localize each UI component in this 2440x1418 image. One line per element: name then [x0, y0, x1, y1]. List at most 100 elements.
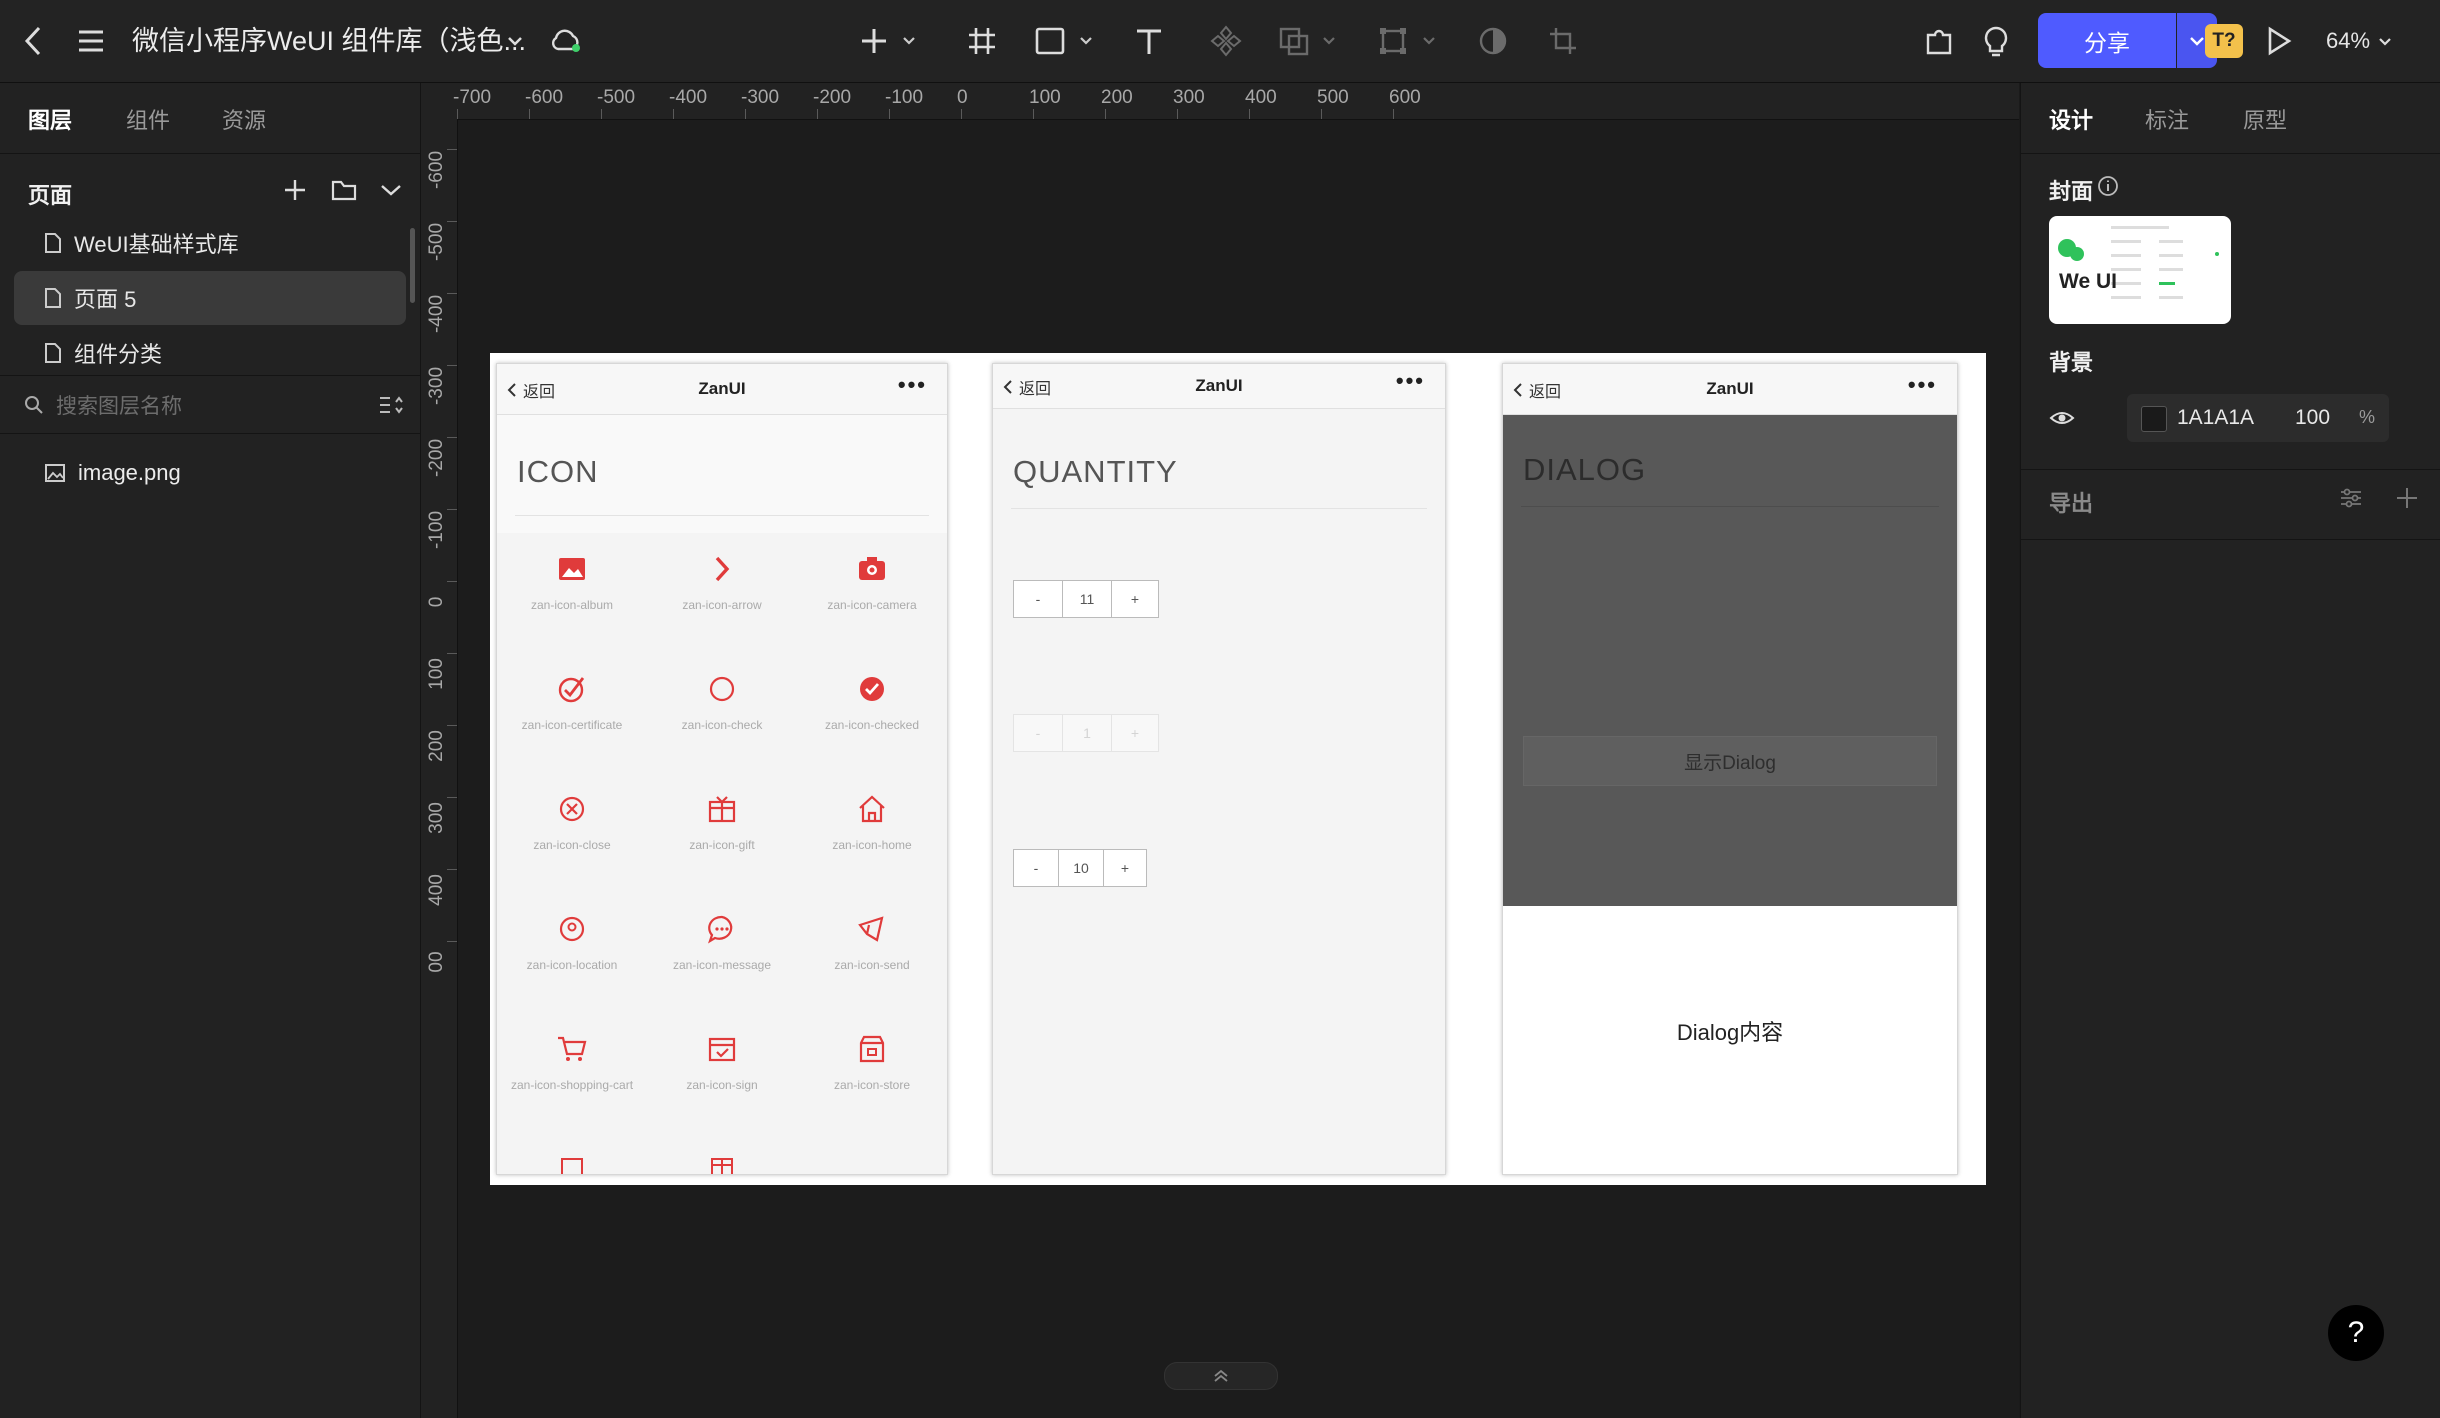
ruler-tick-label: -100	[885, 87, 924, 108]
rectangle-tool-icon[interactable]	[1034, 22, 1096, 60]
collapse-pages-chevron-icon[interactable]	[380, 183, 402, 197]
background-swatch[interactable]	[2141, 406, 2167, 432]
ruler-tick	[447, 725, 457, 726]
ruler-tick-label: -100	[426, 510, 447, 550]
layer-search-input[interactable]: 搜索图层名称	[56, 390, 366, 420]
ruler-tick	[817, 109, 818, 119]
quantity-stepper[interactable]: - 10 +	[1013, 849, 1147, 887]
tab-prototype[interactable]: 原型	[2243, 103, 2287, 135]
filter-sort-icon[interactable]	[378, 394, 404, 416]
ruler-tick-label: 300	[426, 802, 447, 834]
icon-cell: zan-icon-check	[647, 672, 797, 732]
ruler-tick	[745, 109, 746, 119]
title-chevron-down-icon[interactable]	[504, 22, 526, 60]
ruler-tick	[447, 149, 457, 150]
cloud-sync-icon[interactable]	[548, 22, 584, 60]
stepper-value[interactable]: 11	[1063, 581, 1112, 617]
tab-annotation[interactable]: 标注	[2145, 103, 2189, 135]
top-toolbar: 微信小程序WeUI 组件库（浅色... 分享 T? 64%	[0, 0, 2440, 83]
ruler-tick-label: -300	[426, 366, 447, 406]
add-page-icon[interactable]	[282, 177, 308, 203]
boolean-icon[interactable]	[1278, 22, 1340, 60]
stepper-minus[interactable]: -	[1014, 581, 1063, 617]
crop-icon[interactable]	[1546, 22, 1580, 60]
page-item-weui-base[interactable]: WeUI基础样式库	[14, 216, 406, 270]
ruler-tick-label: -600	[525, 87, 564, 108]
background-label: 背景	[2049, 350, 2094, 375]
quantity-stepper[interactable]: - 11 +	[1013, 580, 1159, 618]
stepper-plus[interactable]: +	[1112, 581, 1158, 617]
horizontal-ruler[interactable]: -700 -600 -500 -400 -300 -200 -100 0 100 200 300 40…	[421, 83, 2019, 120]
cover-thumbnail[interactable]: We UI	[2049, 216, 2231, 324]
icon-cell: zan-icon-certificate	[497, 672, 647, 732]
store-icon	[855, 1032, 889, 1066]
canvas[interactable]: 返回 ZanUI ••• ICON zan-icon-album zan-icon…	[458, 120, 2019, 1418]
divider	[0, 153, 420, 154]
stepper-minus[interactable]: -	[1014, 850, 1059, 886]
image-icon	[45, 464, 65, 482]
sign-icon	[705, 1032, 739, 1066]
ruler-tick-label: -600	[426, 150, 447, 190]
divider	[0, 375, 420, 376]
icon-cell: zan-icon-camera	[797, 552, 947, 612]
ruler-tick	[447, 221, 457, 222]
frame-tool-icon[interactable]	[966, 22, 998, 60]
play-icon[interactable]	[2263, 22, 2295, 60]
icon-cell: zan-icon-checked	[797, 672, 947, 732]
plugin-icon[interactable]	[1922, 22, 1956, 60]
gift-icon	[705, 792, 739, 826]
phone-heading: DIALOG	[1523, 452, 1647, 487]
export-settings-icon[interactable]	[2339, 487, 2363, 509]
help-button[interactable]: ?	[2328, 1305, 2384, 1361]
home-icon	[855, 792, 889, 826]
text-tool-icon[interactable]	[1132, 22, 1166, 60]
stepper-plus[interactable]: +	[1104, 850, 1146, 886]
stepper-value[interactable]: 10	[1059, 850, 1104, 886]
phone-title: ZanUI	[1195, 376, 1243, 395]
page-item-page-5[interactable]: 页面 5	[14, 271, 406, 325]
back-icon[interactable]	[18, 22, 48, 60]
ruler-tick	[447, 365, 457, 366]
eye-icon[interactable]	[2049, 408, 2075, 428]
lightbulb-icon[interactable]	[1980, 22, 2012, 60]
menu-icon[interactable]	[74, 22, 108, 60]
pages-scrollbar[interactable]	[410, 228, 415, 303]
show-dialog-button[interactable]: 显示Dialog	[1523, 736, 1937, 786]
background-hex[interactable]: 1A1A1A	[2177, 406, 2254, 430]
tab-components[interactable]: 组件	[126, 103, 170, 135]
tab-layers[interactable]: 图层	[28, 103, 72, 135]
ruler-tick	[889, 109, 890, 119]
info-icon[interactable]	[2097, 175, 2119, 197]
phone-heading: ICON	[517, 454, 599, 489]
tab-assets[interactable]: 资源	[222, 103, 266, 135]
cover-thumb-title: We UI	[2059, 270, 2117, 293]
background-opacity[interactable]: 100	[2295, 406, 2330, 430]
collapse-handle[interactable]	[1164, 1362, 1278, 1390]
add-icon[interactable]	[858, 22, 918, 60]
add-export-icon[interactable]	[2395, 486, 2419, 510]
icon-label: zan-icon-camera	[827, 598, 917, 612]
share-button[interactable]: 分享	[2038, 13, 2176, 68]
tab-design[interactable]: 设计	[2049, 103, 2093, 135]
artboard-image[interactable]: 返回 ZanUI ••• ICON zan-icon-album zan-icon…	[490, 353, 1986, 1185]
ruler-tick	[447, 653, 457, 654]
layer-item-image[interactable]: image.png	[44, 453, 181, 493]
file-title[interactable]: 微信小程序WeUI 组件库（浅色...	[132, 22, 526, 60]
ai-text-badge[interactable]: T?	[2205, 24, 2243, 58]
background-color-field[interactable]: 1A1A1A 100 %	[2127, 394, 2389, 442]
ai-badge-text: T?	[2212, 30, 2236, 51]
phone-title: ZanUI	[1706, 379, 1754, 398]
ruler-tick-label: -500	[426, 222, 447, 262]
layer-search[interactable]: 搜索图层名称	[24, 383, 404, 427]
folder-icon[interactable]	[330, 178, 358, 202]
mask-icon[interactable]	[1476, 22, 1510, 60]
page-item-component-category[interactable]: 组件分类	[14, 326, 406, 380]
divider	[1011, 508, 1427, 509]
phone-navbar: 返回 ZanUI •••	[497, 364, 947, 415]
ruler-tick-label: 0	[957, 87, 968, 108]
component-move-icon[interactable]	[1208, 22, 1244, 60]
zoom-dropdown[interactable]: 64%	[2326, 22, 2392, 60]
vector-edit-icon[interactable]	[1378, 22, 1440, 60]
vertical-ruler[interactable]: -600 -500 -400 -300 -200 -100 0 100 200 300 400 00	[421, 119, 458, 1418]
ruler-tick-label: 500	[1317, 87, 1349, 108]
